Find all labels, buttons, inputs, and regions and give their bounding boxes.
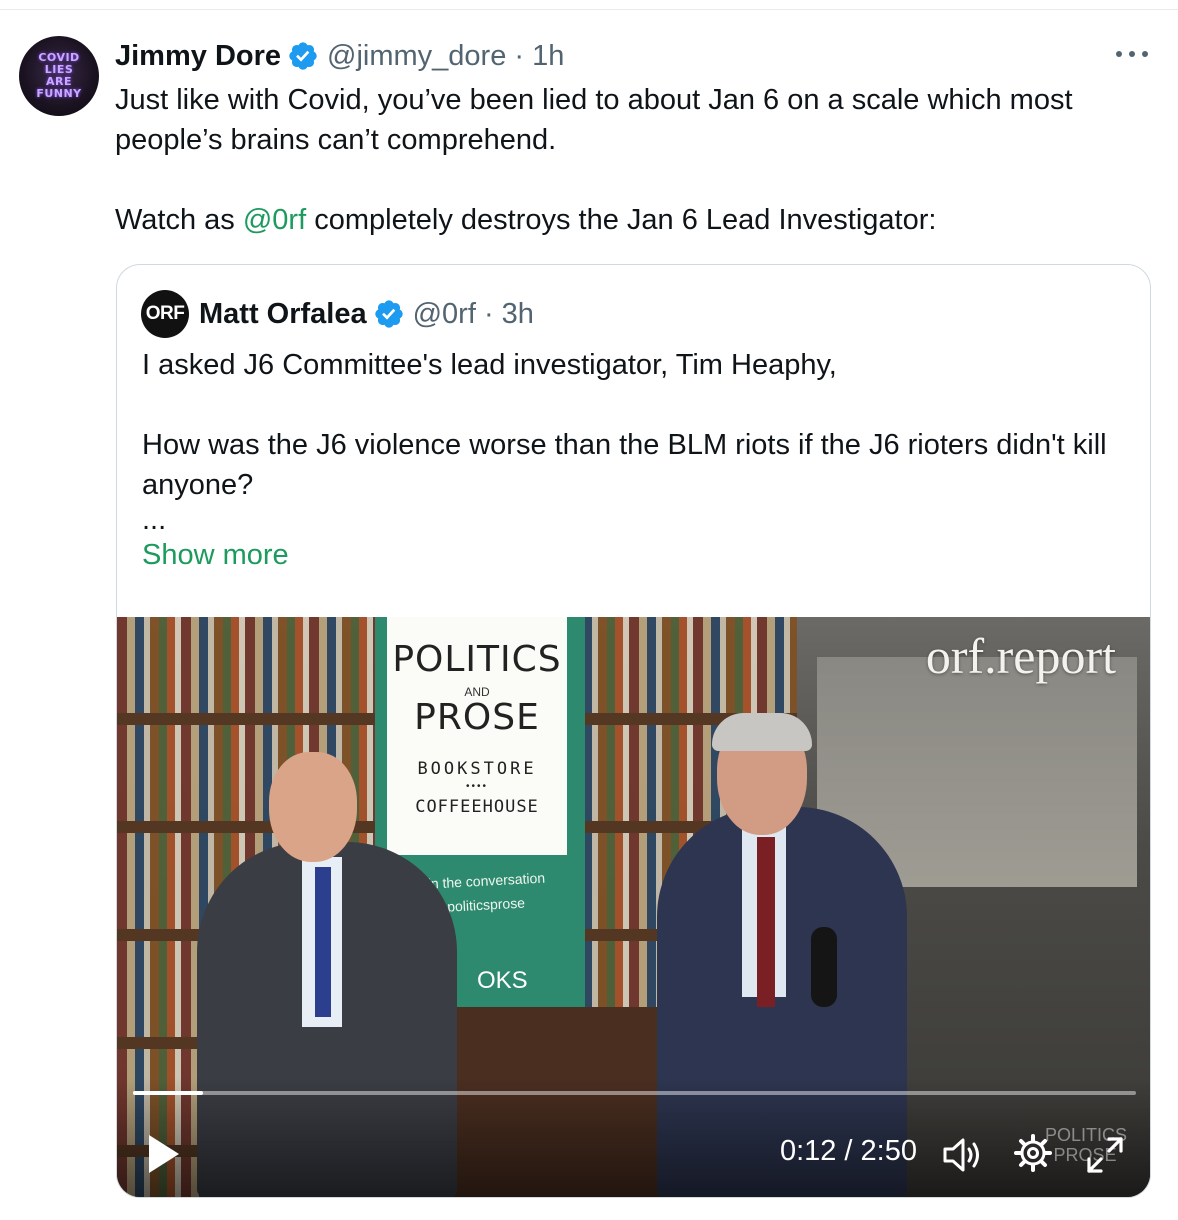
quote-paragraph-2: How was the J6 violence worse than the B…	[142, 429, 1107, 501]
author-handle[interactable]: @jimmy_dore · 1h	[327, 40, 564, 73]
banner-prose: PROSE	[414, 697, 540, 738]
tweet-text: Just like with Covid, you’ve been lied t…	[115, 80, 1155, 240]
quote-paragraph-1: I asked J6 Committee's lead investigator…	[142, 349, 837, 381]
mention-link[interactable]: @0rf	[243, 204, 306, 236]
video-time: 0:12 / 2:50	[779, 1135, 917, 1167]
author-avatar[interactable]: COVID LIES ARE FUNNY	[19, 36, 99, 116]
banner-dots: ••••	[465, 781, 488, 792]
quote-author-handle[interactable]: @0rf · 3h	[413, 298, 534, 331]
top-divider	[0, 9, 1178, 10]
more-options-icon[interactable]	[1116, 44, 1148, 64]
person-left-head	[269, 752, 357, 862]
controls-shade	[117, 1077, 1150, 1197]
video-player[interactable]: POLITICS AND PROSE BOOKSTORE •••• COFFEE…	[117, 617, 1150, 1197]
verified-badge-icon	[289, 42, 317, 70]
banner-bookstore: BOOKSTORE	[417, 759, 537, 779]
quote-ellipsis: ...	[142, 504, 167, 536]
verified-badge-icon	[374, 300, 403, 328]
play-icon[interactable]	[143, 1131, 183, 1177]
quote-time[interactable]: · 3h	[484, 298, 534, 330]
tweet-time[interactable]: · 1h	[514, 40, 564, 72]
quote-author-avatar[interactable]: ORF	[141, 290, 189, 338]
expand-icon[interactable]	[1085, 1135, 1125, 1175]
person-right-hair	[712, 713, 812, 751]
tweet-header: Jimmy Dore @jimmy_dore · 1h	[115, 36, 564, 76]
tweet-paragraph-2: Watch as @0rf completely destroys the Ja…	[115, 204, 937, 236]
quoted-tweet[interactable]: ORF Matt Orfalea @0rf · 3h I asked J6 Co…	[116, 264, 1151, 1198]
quote-text: I asked J6 Committee's lead investigator…	[142, 345, 1132, 575]
banner-books-text: OKS	[477, 967, 528, 994]
microphone	[811, 927, 837, 1007]
author-display-name[interactable]: Jimmy Dore	[115, 40, 281, 73]
video-watermark: orf.report	[925, 628, 1116, 684]
banner-politics: POLITICS	[392, 639, 562, 680]
video-progress-fill	[133, 1091, 204, 1095]
person-right-tie	[757, 837, 775, 1007]
tweet-paragraph-1: Just like with Covid, you’ve been lied t…	[115, 84, 1073, 156]
banner-coffeehouse: COFFEEHOUSE	[415, 797, 539, 817]
quote-author-display-name[interactable]: Matt Orfalea	[199, 298, 367, 331]
person-left-tie	[315, 867, 331, 1017]
volume-icon[interactable]	[941, 1135, 983, 1175]
quote-header: ORF Matt Orfalea @0rf · 3h	[141, 289, 534, 339]
video-progress-bar[interactable]	[133, 1091, 1136, 1095]
avatar-logo-text: COVID LIES ARE FUNNY	[36, 51, 82, 100]
show-more-link[interactable]: Show more	[142, 535, 1132, 575]
